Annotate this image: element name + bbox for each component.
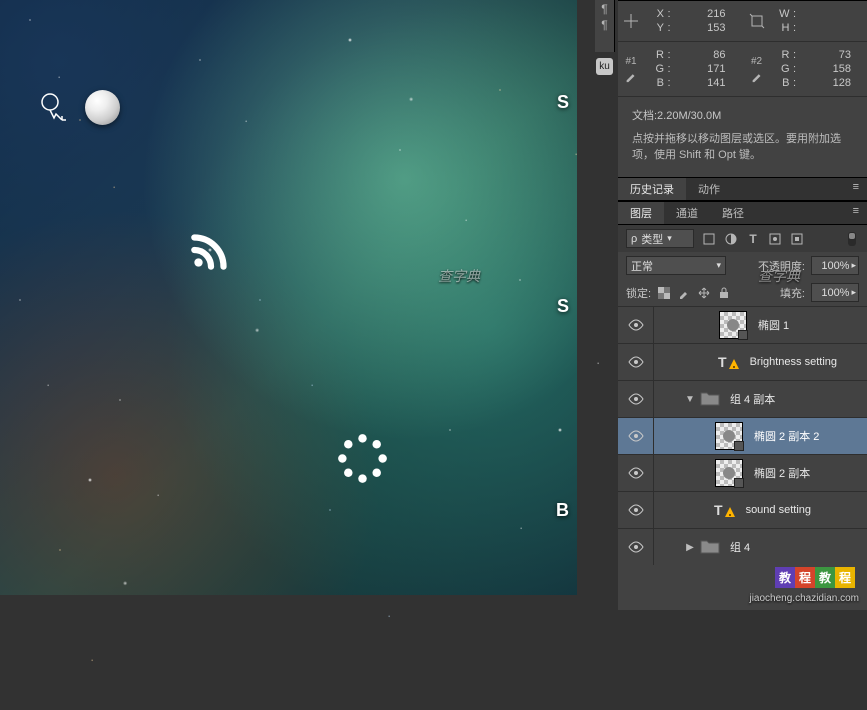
layer-name[interactable]: 椭圆 2 副本 [754, 465, 810, 481]
layer-filter-select[interactable]: ρ 类型 ▾ [626, 229, 694, 248]
info-position-row: X:216 Y:153 W: H: [618, 1, 867, 41]
history-actions-tabbar: 历史记录 动作 ≡ [618, 177, 867, 201]
eyedropper-icon: #2 [746, 48, 768, 90]
layer-thumbnail[interactable] [719, 311, 747, 339]
loading-spinner-icon [336, 432, 389, 485]
sampler2-b: 128 [800, 76, 864, 90]
layer-row[interactable]: ▼ 组 4 副本 [618, 380, 867, 417]
layer-thumbnail[interactable] [715, 459, 743, 487]
disclosure-triangle-icon[interactable]: ▼ [684, 394, 696, 405]
visibility-toggle[interactable] [618, 529, 654, 565]
watermark-badge: 教程 教程 [775, 567, 855, 588]
opacity-input[interactable]: 100%▸ [811, 256, 859, 275]
dimensions-icon [746, 7, 768, 35]
folder-icon [700, 390, 720, 409]
tab-history[interactable]: 历史记录 [618, 178, 686, 200]
visibility-toggle[interactable] [618, 492, 654, 528]
cropped-text-s2: S [557, 296, 569, 317]
info-x-value: 216 [674, 7, 738, 21]
sampler2-g: 158 [800, 62, 864, 76]
sphere-ellipse-1[interactable] [85, 90, 120, 125]
cropped-text-b: B [556, 500, 569, 521]
text-layer-icon: T [714, 502, 736, 518]
lock-all-icon[interactable] [717, 286, 731, 300]
layer-row[interactable]: ▶ 组 4 [618, 528, 867, 565]
tab-paths[interactable]: 路径 [710, 202, 756, 224]
info-w-value [800, 7, 864, 21]
eyedropper-icon: #1 [620, 48, 642, 90]
paragraph-panel-icon[interactable]: ¶ [595, 0, 614, 16]
visibility-toggle[interactable] [618, 418, 654, 454]
layer-name[interactable]: Brightness setting [750, 356, 837, 368]
fill-label: 填充: [780, 285, 805, 301]
lock-pixels-icon[interactable] [677, 286, 691, 300]
document-canvas[interactable]: S S B 查字典 [0, 0, 577, 595]
wifi-icon [186, 225, 236, 275]
filter-shape-icon[interactable] [768, 232, 782, 246]
collapsed-panel-strip[interactable]: ¶ ¶ [595, 0, 615, 52]
layer-name[interactable]: 椭圆 1 [758, 317, 789, 333]
text-layer-icon: T [718, 354, 740, 370]
visibility-toggle[interactable] [618, 307, 654, 343]
layer-row[interactable]: 椭圆 2 副本 2 [618, 417, 867, 454]
layer-row[interactable]: T Brightness setting [618, 343, 867, 380]
layer-name[interactable]: 组 4 [730, 539, 750, 555]
visibility-toggle[interactable] [618, 455, 654, 491]
info-y-value: 153 [674, 21, 738, 35]
watermark-credit: jiaocheng.chazidian.com [749, 593, 859, 604]
info-h-value [800, 21, 864, 35]
panels-column: X:216 Y:153 W: H: #1 R:86 G:171 B:141 [618, 0, 867, 610]
layers-list: 椭圆 1 T Brightness setting ▼ 组 4 副本椭圆 2 副本 2 椭… [618, 306, 867, 565]
info-color-samplers-row: #1 R:86 G:171 B:141 #2 R:73 G:158 B:128 [618, 42, 867, 96]
filter-smart-icon[interactable] [790, 232, 804, 246]
cropped-text-s1: S [557, 92, 569, 113]
lock-position-icon[interactable] [697, 286, 711, 300]
layer-row[interactable]: 椭圆 2 副本 [618, 454, 867, 491]
panel-menu-icon[interactable]: ≡ [845, 178, 867, 200]
layer-thumbnail[interactable] [715, 422, 743, 450]
layer-name[interactable]: sound setting [746, 504, 811, 516]
lock-transparency-icon[interactable] [657, 286, 671, 300]
tool-hint-text: 点按并拖移以移动图层或选区。要用附加选项，使用 Shift 和 Opt 键。 [618, 131, 867, 177]
lock-fill-row: 锁定: 填充: 100%▸ [618, 279, 867, 306]
layer-row[interactable]: Tsound setting [618, 491, 867, 528]
stars-overlay [0, 0, 577, 595]
document-size-readout: 文档:2.20M/30.0M [618, 97, 867, 131]
sampler2-r: 73 [800, 48, 864, 62]
crosshair-icon [620, 7, 642, 35]
tab-channels[interactable]: 通道 [664, 202, 710, 224]
layer-row[interactable]: 椭圆 1 [618, 306, 867, 343]
panel-menu-icon[interactable]: ≡ [845, 202, 867, 224]
disclosure-triangle-icon[interactable]: ▶ [684, 542, 696, 553]
layer-name[interactable]: 组 4 副本 [730, 391, 775, 407]
ku-badge[interactable]: ku [596, 58, 613, 75]
folder-icon [700, 538, 720, 557]
visibility-toggle[interactable] [618, 344, 654, 380]
fill-input[interactable]: 100%▸ [811, 283, 859, 302]
sampler1-b: 141 [674, 76, 738, 90]
filter-adjust-icon[interactable] [724, 232, 738, 246]
filter-pixel-icon[interactable] [702, 232, 716, 246]
visibility-toggle[interactable] [618, 381, 654, 417]
sampler1-g: 171 [674, 62, 738, 76]
opacity-label: 不透明度: [758, 258, 805, 274]
lock-label: 锁定: [626, 285, 651, 301]
layers-panel-tabbar: 图层 通道 路径 ≡ [618, 201, 867, 225]
blend-mode-select[interactable]: 正常▾ [626, 256, 726, 275]
layer-name[interactable]: 椭圆 2 副本 2 [754, 428, 819, 444]
layer-filter-row: ρ 类型 ▾ T [618, 225, 867, 252]
filter-type-icon[interactable]: T [746, 232, 760, 246]
blend-opacity-row: 正常▾ 不透明度: 100%▸ [618, 252, 867, 279]
tab-layers[interactable]: 图层 [618, 202, 664, 224]
tab-actions[interactable]: 动作 [686, 178, 732, 200]
filter-toggle-switch[interactable] [845, 232, 859, 246]
character-panel-icon[interactable]: ¶ [595, 16, 614, 32]
sampler1-r: 86 [674, 48, 738, 62]
